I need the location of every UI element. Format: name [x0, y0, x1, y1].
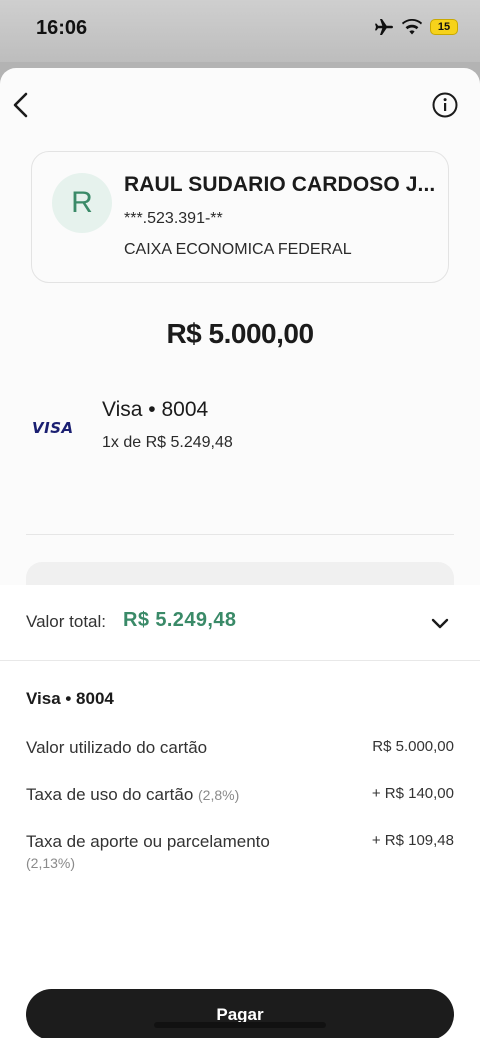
avatar: R — [52, 173, 112, 233]
battery-icon: 15 — [430, 19, 458, 35]
status-bar: 16:06 15 — [0, 0, 480, 62]
card-title: Visa • 8004 — [102, 398, 209, 421]
recipient-name: RAUL SUDARIO CARDOSO J... — [124, 173, 436, 196]
recipient-bank: CAIXA ECONOMICA FEDERAL — [124, 241, 352, 258]
detail-card-title: Visa • 8004 — [26, 689, 114, 708]
total-toggle[interactable]: Valor total: R$ 5.249,48 — [0, 585, 480, 661]
pay-button[interactable]: Pagar — [26, 989, 454, 1038]
summary-panel: Valor total: R$ 5.249,48 Visa • 8004 Val… — [0, 585, 480, 1038]
divider — [26, 534, 454, 535]
card-installments: 1x de R$ 5.249,48 — [102, 434, 233, 451]
info-button[interactable] — [432, 92, 458, 118]
transfer-amount: R$ 5.000,00 — [166, 318, 314, 349]
recipient-card: R RAUL SUDARIO CARDOSO J... ***.523.391-… — [31, 151, 449, 283]
line-label: Taxa de aporte ou parcelamento — [26, 832, 270, 851]
line-label: Taxa de uso do cartão — [26, 785, 194, 804]
home-indicator[interactable] — [154, 1022, 326, 1028]
visa-logo: VISA — [32, 419, 74, 437]
status-time: 16:06 — [36, 17, 88, 39]
recipient-document: ***.523.391-** — [124, 210, 223, 227]
line-value: + R$ 109,48 — [371, 832, 454, 849]
total-label: Valor total: — [26, 612, 107, 631]
back-button[interactable] — [10, 92, 34, 118]
line-value: R$ 5.000,00 — [372, 738, 454, 755]
airplane-icon — [374, 18, 394, 36]
wifi-icon — [402, 19, 422, 35]
line-label: Valor utilizado do cartão — [26, 738, 208, 757]
info-icon — [432, 92, 458, 118]
total-value: R$ 5.249,48 — [123, 609, 237, 631]
line-percent: (2,8%) — [198, 787, 240, 803]
payment-sheet: R RAUL SUDARIO CARDOSO J... ***.523.391-… — [0, 68, 480, 1038]
status-icons: 15 — [374, 18, 458, 36]
line-percent: (2,13%) — [26, 855, 76, 871]
payment-card-option[interactable]: VISA Visa • 8004 1x de R$ 5.249,48 — [0, 393, 480, 473]
line-value: + R$ 140,00 — [371, 785, 454, 802]
line-label-wrap: Taxa de uso do cartão (2,8%) — [26, 785, 239, 805]
chevron-left-icon — [13, 92, 28, 118]
chevron-down-icon — [431, 618, 449, 629]
